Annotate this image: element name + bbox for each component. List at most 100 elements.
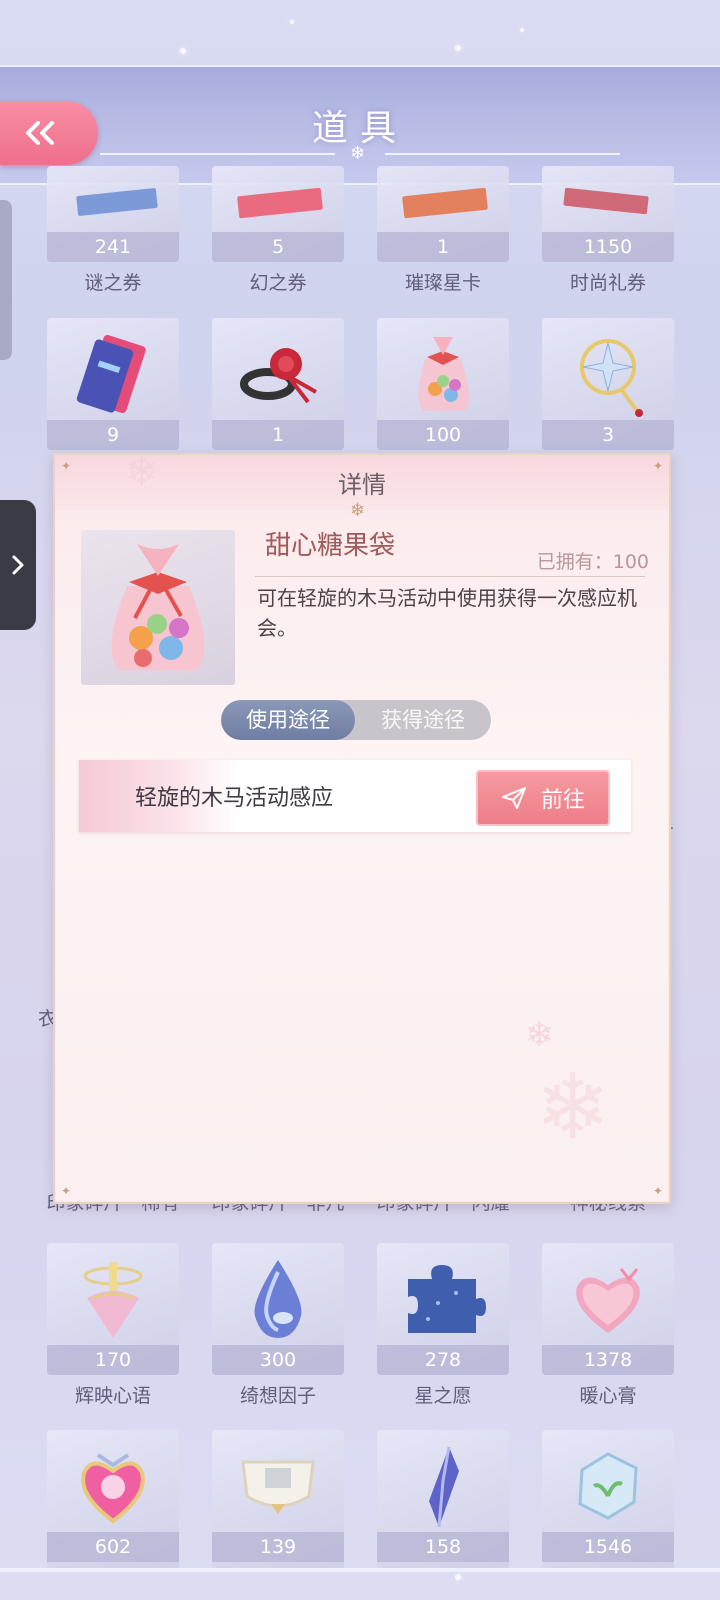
item-count: 278 — [377, 1345, 509, 1375]
detail-modal: ✦ ✦ ✦ ✦ 详情 ❄ ❄ ❄ ❄ 甜心糖果袋 已拥有：100 可在轻旋的木马… — [53, 449, 671, 1204]
rose-ring-icon — [240, 348, 317, 404]
item-thumbnail — [81, 530, 235, 685]
tab-obtain[interactable]: 获得途径 — [355, 700, 491, 740]
item-tile: 300 — [212, 1243, 344, 1375]
spinning-top-icon — [83, 1262, 143, 1338]
sparkle — [455, 45, 461, 51]
heart-box-icon — [576, 1268, 640, 1333]
ticket-bundle-icon — [76, 334, 146, 414]
ticket-icon — [76, 187, 158, 217]
item-tile: 3 — [542, 318, 674, 450]
item-count: 170 — [47, 1345, 179, 1375]
voucher-icon — [563, 187, 649, 215]
item-count: 1378 — [542, 1345, 674, 1375]
crystal-icon — [429, 1446, 459, 1528]
item-count: 139 — [212, 1532, 344, 1562]
item-cell[interactable]: 300 绮想因子 — [212, 1243, 344, 1408]
item-tile: 1150 — [542, 166, 674, 262]
item-cell[interactable]: 139 — [212, 1430, 344, 1570]
chevron-right-icon — [12, 555, 24, 575]
title-divider — [385, 153, 620, 155]
item-name: 璀璨星卡 — [404, 272, 481, 294]
item-count: 1546 — [542, 1532, 674, 1562]
item-tile: 1 — [212, 318, 344, 450]
item-tile: 278 — [377, 1243, 509, 1375]
side-expand-tab[interactable] — [0, 500, 36, 630]
item-cell[interactable]: 1378 暖心膏 — [542, 1243, 674, 1408]
item-cell[interactable]: 9 — [47, 318, 179, 450]
item-cell[interactable]: 5 幻之券 — [212, 166, 344, 295]
item-name-heading: 甜心糖果袋 — [265, 531, 396, 561]
star-wand-icon — [580, 339, 643, 417]
item-tile: 5 — [212, 166, 344, 262]
item-cell[interactable]: 1150 时尚礼券 — [542, 166, 674, 295]
item-tile: 1378 — [542, 1243, 674, 1375]
item-cell[interactable]: 3 — [542, 318, 674, 450]
item-name: 辉映心语 — [74, 1385, 151, 1407]
sparkle — [180, 48, 186, 54]
back-button[interactable] — [0, 101, 98, 165]
item-description: 可在轻旋的木马活动中使用获得一次感应机会。 — [257, 586, 637, 640]
item-count: 300 — [212, 1345, 344, 1375]
go-button[interactable]: 前往 — [476, 770, 610, 826]
source-toggle: 获得途径 使用途径 — [221, 700, 491, 740]
card-icon — [402, 187, 488, 219]
item-count: 5 — [212, 232, 344, 262]
bottom-border — [0, 1568, 720, 1572]
item-cell[interactable]: 1546 — [542, 1430, 674, 1570]
owned-count: 已拥有：100 — [536, 551, 649, 573]
ice-cube-icon — [578, 1452, 638, 1520]
item-cell[interactable]: 1 璀璨星卡 — [377, 166, 509, 295]
ticket-icon — [237, 187, 323, 219]
item-count: 241 — [47, 232, 179, 262]
snowflake-decoration: ❄ — [535, 1055, 611, 1160]
item-name: 星之愿 — [414, 1385, 472, 1407]
item-count: 602 — [47, 1532, 179, 1562]
item-name: 谜之券 — [84, 272, 142, 294]
item-tile: 158 — [377, 1430, 509, 1570]
go-button-label: 前往 — [540, 788, 585, 813]
item-count: 1 — [377, 232, 509, 262]
double-chevron-left-icon — [26, 121, 54, 145]
item-tile: 170 — [47, 1243, 179, 1375]
item-name: 绮想因子 — [239, 1385, 316, 1407]
item-name: 幻之券 — [249, 272, 307, 294]
route-label: 轻旋的木马活动感应 — [135, 786, 334, 811]
item-cell[interactable]: 602 — [47, 1430, 179, 1570]
sparkle — [520, 28, 524, 32]
title-divider — [100, 153, 335, 155]
item-count: 100 — [377, 420, 509, 450]
snowflake-decoration: ❄ — [525, 1015, 554, 1055]
item-cell[interactable]: 170 辉映心语 — [47, 1243, 179, 1408]
heart-brooch-icon — [81, 1453, 145, 1524]
divider — [255, 576, 645, 577]
item-count: 3 — [542, 420, 674, 450]
item-cell[interactable]: 241 谜之券 — [47, 166, 179, 295]
sparkle — [455, 1574, 461, 1580]
candy-bag-icon — [418, 337, 470, 411]
item-tile: 1546 — [542, 1430, 674, 1570]
item-cell[interactable]: 1 — [212, 318, 344, 450]
item-count: 9 — [47, 420, 179, 450]
item-tile: 1 — [377, 166, 509, 262]
paper-plane-icon — [501, 787, 526, 809]
item-count: 1 — [212, 420, 344, 450]
snowflake-decoration: ❄ — [125, 449, 159, 495]
puzzle-piece-icon — [408, 1265, 486, 1333]
item-tile: 139 — [212, 1430, 344, 1570]
item-count: 158 — [377, 1532, 509, 1562]
snowflake-icon: ❄ — [350, 500, 366, 521]
item-tile: 100 — [377, 318, 509, 450]
item-tile: 9 — [47, 318, 179, 450]
item-cell[interactable]: 158 — [377, 1430, 509, 1570]
corner-ornament: ✦ — [652, 1184, 663, 1198]
tab-usage[interactable]: 使用途径 — [221, 700, 355, 740]
sparkle — [290, 20, 294, 24]
compact-icon — [241, 1460, 315, 1514]
corner-ornament: ✦ — [61, 1184, 72, 1198]
item-cell[interactable]: 100 — [377, 318, 509, 450]
item-cell[interactable]: 278 星之愿 — [377, 1243, 509, 1408]
route-card: 轻旋的木马活动感应 前往 — [79, 760, 631, 832]
side-scroll-strip — [0, 200, 12, 360]
item-tile: 241 — [47, 166, 179, 262]
